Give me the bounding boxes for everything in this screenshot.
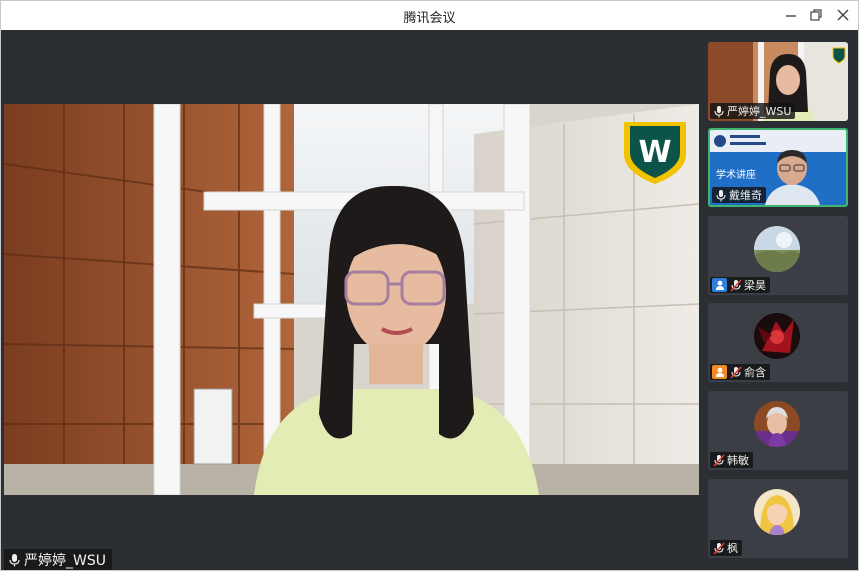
participant-label: 俞含 <box>710 364 770 380</box>
close-icon <box>837 9 849 21</box>
avatar <box>754 489 800 535</box>
speaker-video-frame: W <box>4 104 699 495</box>
muted-microphone-icon <box>712 541 725 555</box>
participant-tile-active-speaker[interactable]: 学术讲座 戴维奇 <box>708 128 848 207</box>
user-icon <box>712 365 727 379</box>
participant-tile[interactable]: 梁昊 <box>708 216 848 295</box>
main-speaker-name-tag: 严婷婷_WSU <box>4 549 112 570</box>
participant-tile[interactable]: 枫 <box>708 479 848 558</box>
participant-label: 韩敏 <box>710 452 753 468</box>
minimize-icon <box>786 15 796 17</box>
participant-tile[interactable]: 俞含 <box>708 303 848 382</box>
window-title: 腾讯会议 <box>403 11 456 26</box>
participant-label: 梁昊 <box>710 277 770 293</box>
close-button[interactable] <box>833 5 853 25</box>
participant-tile[interactable]: 严婷婷_WSU <box>708 42 848 121</box>
restore-icon <box>810 9 822 21</box>
microphone-icon <box>714 188 727 202</box>
muted-microphone-icon <box>729 278 742 292</box>
participant-tile[interactable]: 韩敏 <box>708 391 848 470</box>
restore-button[interactable] <box>806 5 826 25</box>
participant-name: 俞含 <box>744 366 766 379</box>
participant-label: 严婷婷_WSU <box>710 103 796 119</box>
muted-microphone-icon <box>729 365 742 379</box>
participant-name: 韩敏 <box>727 454 749 467</box>
participant-name: 枫 <box>727 542 738 555</box>
participant-label: 枫 <box>710 540 742 556</box>
minimize-button[interactable] <box>781 5 801 25</box>
participant-name: 戴维奇 <box>729 189 762 202</box>
main-stage: W 严婷婷_WSU <box>4 30 699 570</box>
participant-label: 戴维奇 <box>712 187 766 203</box>
main-speaker-name: 严婷婷_WSU <box>24 552 106 569</box>
participant-list: 严婷婷_WSU 学术讲座 戴维奇 梁昊 俞含 韩敏 枫 <box>699 30 858 570</box>
avatar <box>754 226 800 272</box>
participant-name: 严婷婷_WSU <box>727 105 792 118</box>
title-bar: 腾讯会议 <box>1 1 858 30</box>
avatar <box>754 401 800 447</box>
user-icon <box>712 278 727 292</box>
microphone-icon <box>712 104 725 118</box>
microphone-icon <box>8 553 21 567</box>
avatar <box>754 313 800 359</box>
slide-text: 学术讲座 <box>716 170 756 181</box>
participant-name: 梁昊 <box>744 279 766 292</box>
main-speaker-video[interactable]: W <box>4 104 699 495</box>
muted-microphone-icon <box>712 453 725 467</box>
svg-text:W: W <box>638 135 671 170</box>
meeting-window: 腾讯会议 W 严婷婷_WSU 严婷婷_WSU 学术讲座 戴维奇 梁昊 俞含 韩敏… <box>0 0 859 571</box>
